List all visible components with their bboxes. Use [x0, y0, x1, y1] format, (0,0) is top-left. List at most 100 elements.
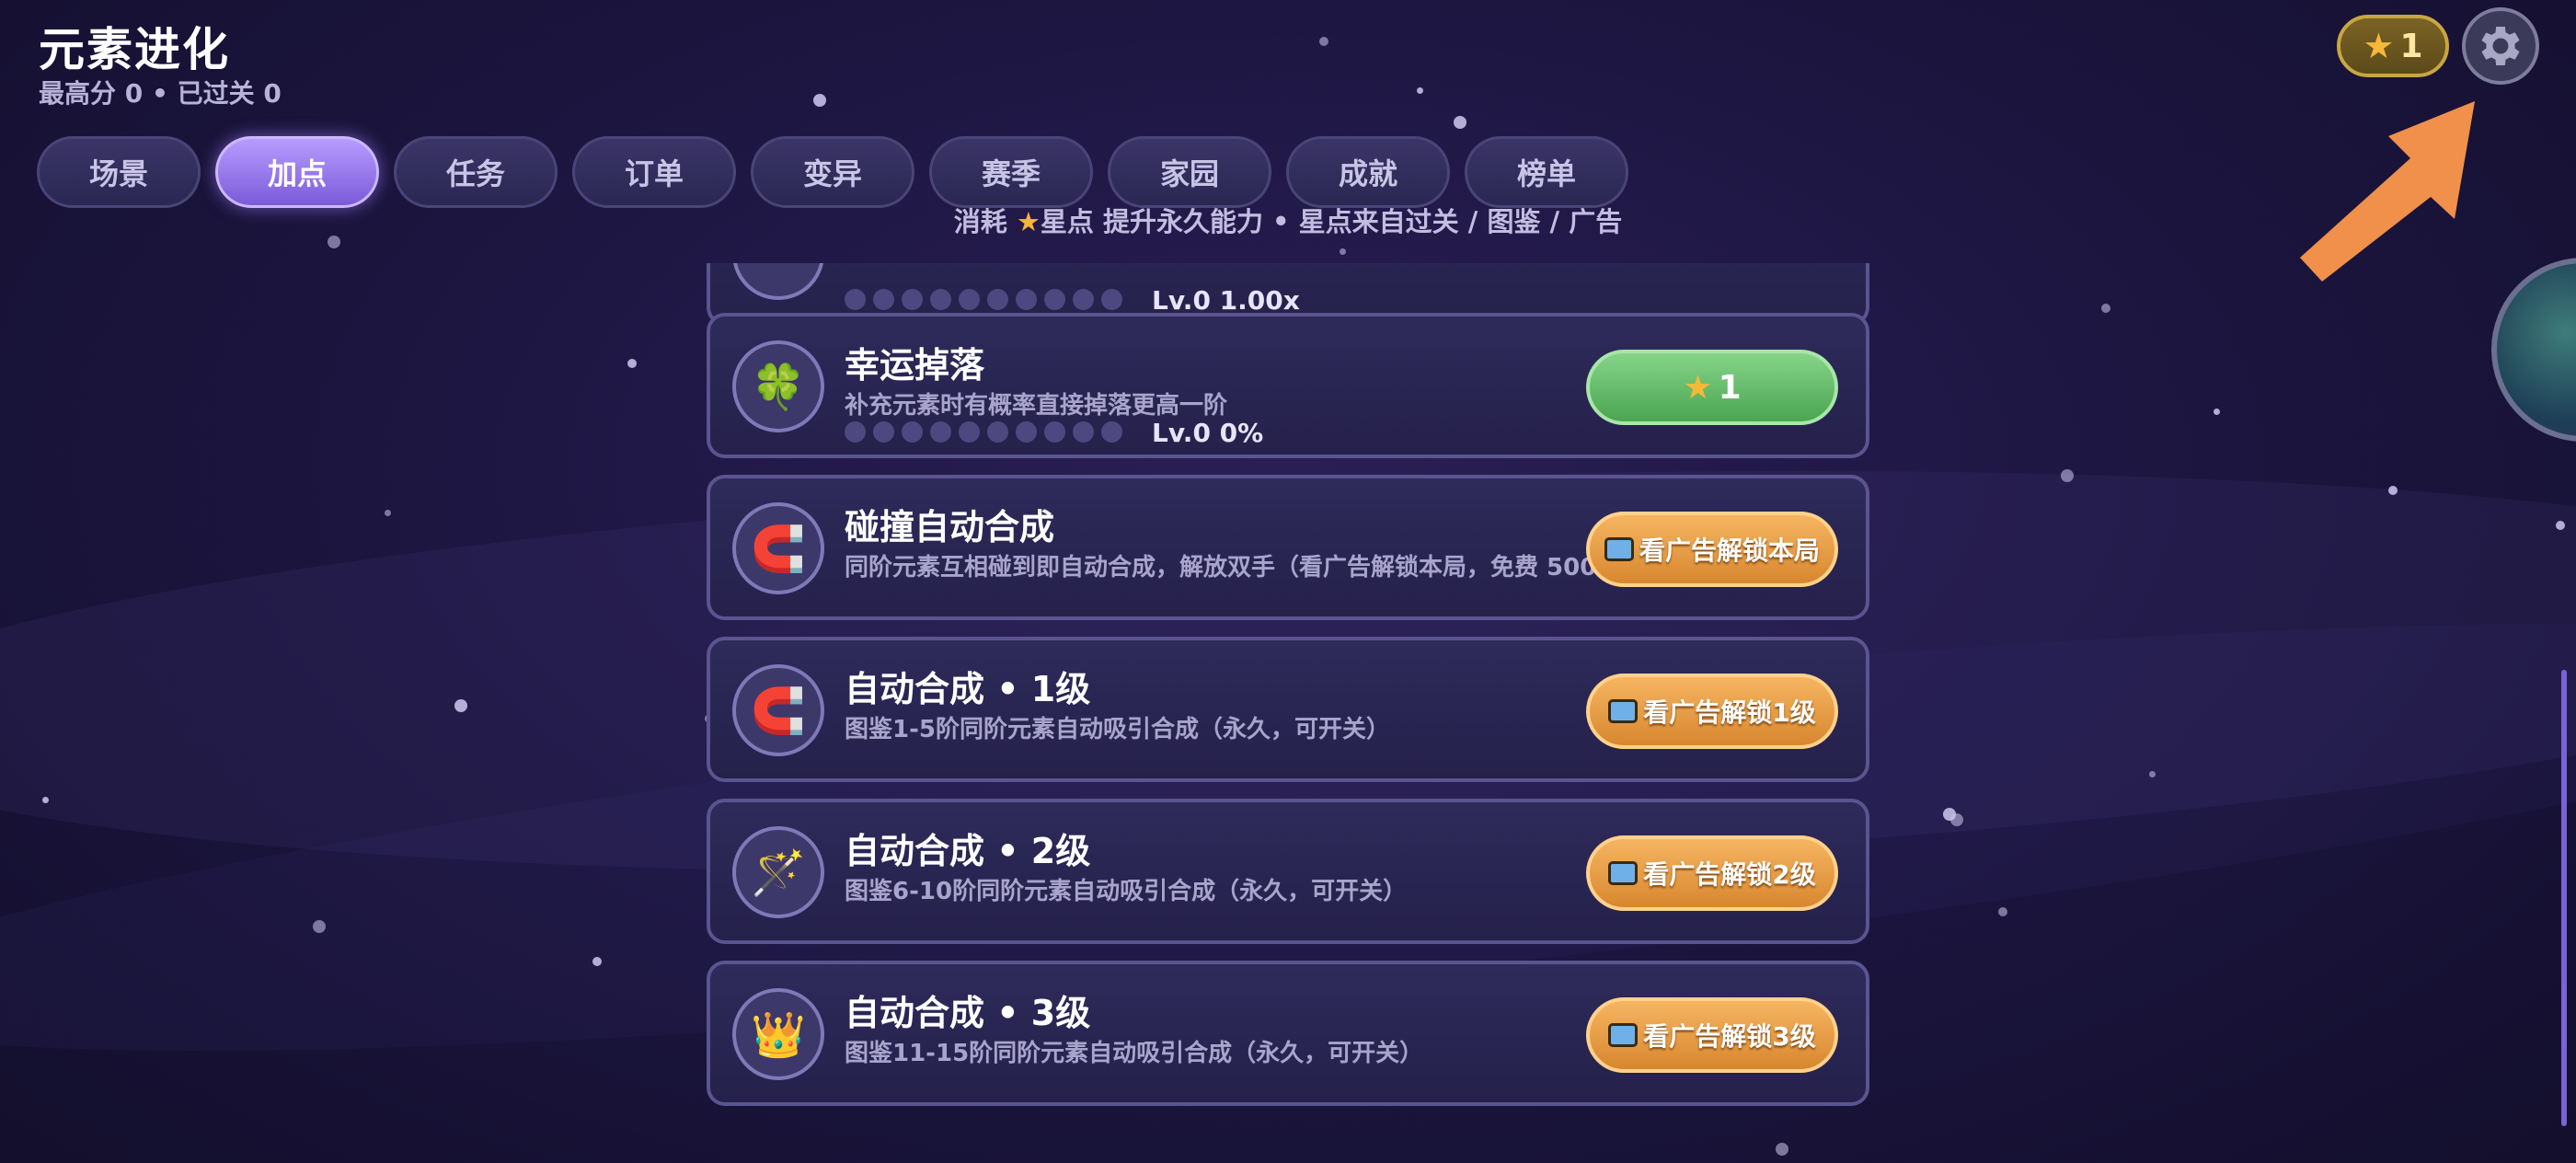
level-dot — [1073, 289, 1094, 310]
level-dot — [1101, 289, 1122, 310]
level-dot — [873, 421, 894, 443]
star-dot — [1340, 248, 1346, 255]
star-dot — [1319, 37, 1328, 46]
level-dot — [987, 289, 1008, 310]
tab-9[interactable]: 榜单 — [1465, 136, 1628, 208]
tab-1[interactable]: 场景 — [37, 136, 201, 208]
button-cost: 1 — [1718, 368, 1742, 407]
level-dot — [987, 421, 1008, 443]
level-dot — [930, 289, 951, 310]
level-dot — [1044, 421, 1065, 443]
upgrade-hint: 消耗 ★星点 提升永久能力 • 星点来自过关 / 图鉴 / 广告 — [953, 206, 1623, 237]
magnet-icon: 🧲 — [732, 502, 824, 594]
tv-icon — [1608, 861, 1639, 885]
tab-7[interactable]: 家园 — [1108, 136, 1271, 208]
star-dot — [1454, 116, 1466, 129]
star-dot — [454, 699, 467, 712]
tab-2[interactable]: 加点 — [215, 136, 379, 208]
star-dot — [813, 94, 826, 107]
upgrade-name: 自动合成 • 2级 — [845, 831, 1091, 871]
upgrade-name: 自动合成 • 3级 — [845, 993, 1091, 1033]
star-icon: ★ — [2363, 26, 2395, 66]
upgrade-card: 👑 自动合成 • 3级图鉴11-15阶同阶元素自动吸引合成（永久，可开关） 看广告解… — [707, 961, 1869, 1106]
settings-button[interactable] — [2462, 7, 2539, 85]
tv-icon — [1608, 1023, 1639, 1047]
button-label: 看广告解锁2级 — [1643, 859, 1816, 890]
score-summary: 最高分 0 • 已过关 0 — [39, 78, 282, 109]
magnet-icon: 🧲 — [732, 664, 824, 756]
tv-icon — [1608, 699, 1639, 723]
star-count: 1 — [2399, 27, 2423, 65]
upgrade-name: 碰撞自动合成 — [845, 507, 1055, 547]
button-label: 看广告解锁本局 — [1639, 535, 1820, 566]
level-dot — [959, 421, 980, 443]
star-dot — [42, 797, 49, 803]
upgrade-description: 补充元素时有概率直接掉落更高一阶 — [845, 392, 1228, 420]
watch-ad-unlock-button[interactable]: 看广告解锁本局 — [1586, 512, 1838, 587]
star-dot — [313, 920, 326, 933]
crown-icon: 👑 — [732, 988, 824, 1080]
upgrade-card: 🧲 自动合成 • 1级图鉴1-5阶同阶元素自动吸引合成（永久，可开关） 看广告解锁1… — [707, 637, 1869, 782]
star-dot — [1417, 87, 1423, 94]
upgrade-list: Lv.0 1.00x 🍀 幸运掉落补充元素时有概率直接掉落更高一阶 Lv.0 0% ★ 1… — [707, 263, 1869, 1128]
level-dot — [1101, 421, 1122, 443]
level-dot — [845, 289, 866, 310]
upgrade-card: 🧲 碰撞自动合成同阶元素互相碰到即自动合成，解放双手（看广告解锁本局，免费 500… — [707, 475, 1869, 620]
star-icon: ★ — [1683, 368, 1713, 407]
tab-4[interactable]: 订单 — [572, 136, 736, 208]
tab-5[interactable]: 变异 — [751, 136, 914, 208]
star-dot — [2101, 304, 2110, 313]
button-label: 看广告解锁3级 — [1643, 1021, 1816, 1052]
level-dot — [1073, 421, 1094, 443]
pointer-arrow-icon — [2300, 101, 2475, 282]
upgrade-description: 图鉴6-10阶同阶元素自动吸引合成（永久，可开关） — [845, 878, 1408, 905]
star-dot — [1776, 1143, 1788, 1156]
level-text: Lv.0 1.00x — [1152, 285, 1300, 316]
level-text: Lv.0 0% — [1152, 418, 1264, 448]
star-dot — [592, 957, 602, 966]
upgrade-description: 图鉴11-15阶同阶元素自动吸引合成（永久，可开关） — [845, 1040, 1424, 1067]
upgrade-description: 图鉴1-5阶同阶元素自动吸引合成（永久，可开关） — [845, 716, 1390, 743]
buy-upgrade-button[interactable]: ★ 1 — [1586, 350, 1838, 425]
watch-ad-unlock-button[interactable]: 看广告解锁1级 — [1586, 674, 1838, 749]
planet-decoration — [2491, 258, 2576, 442]
star-dot — [627, 359, 637, 368]
game-title: 元素进化 — [39, 23, 230, 76]
star-counter[interactable]: ★ 1 — [2337, 15, 2449, 77]
tab-8[interactable]: 成就 — [1286, 136, 1450, 208]
star-dot — [2556, 521, 2565, 530]
gear-icon — [2481, 26, 2520, 66]
level-progress — [845, 421, 1122, 443]
upgrade-card: 🪄 自动合成 • 2级图鉴6-10阶同阶元素自动吸引合成（永久，可开关） 看广告解锁… — [707, 799, 1869, 944]
tab-6[interactable]: 赛季 — [929, 136, 1093, 208]
star-dot — [1950, 813, 1963, 826]
tv-icon — [1604, 537, 1634, 561]
upgrade-icon — [732, 263, 824, 300]
star-dot — [2061, 469, 2074, 482]
watch-ad-unlock-button[interactable]: 看广告解锁3级 — [1586, 997, 1838, 1073]
level-dot — [845, 421, 866, 443]
star-dot — [2388, 486, 2398, 495]
star-dot — [385, 510, 391, 516]
level-dot — [930, 421, 951, 443]
upgrade-name: 自动合成 • 1级 — [845, 669, 1091, 709]
level-dot — [1016, 421, 1037, 443]
tab-3[interactable]: 任务 — [394, 136, 558, 208]
star-icon: ★ — [1016, 206, 1041, 237]
upgrade-name: 幸运掉落 — [845, 345, 985, 386]
level-dot — [1016, 289, 1037, 310]
level-dot — [902, 289, 923, 310]
upgrade-card: 🍀 幸运掉落补充元素时有概率直接掉落更高一阶 Lv.0 0% ★ 1 — [707, 313, 1869, 458]
upgrade-description: 同阶元素互相碰到即自动合成，解放双手（看广告解锁本局，免费 500 — [845, 554, 1597, 582]
scrollbar[interactable] — [2561, 670, 2567, 1126]
level-dot — [959, 289, 980, 310]
level-dot — [1044, 289, 1065, 310]
level-dot — [902, 421, 923, 443]
star-dot — [1998, 907, 2007, 916]
button-label: 看广告解锁1级 — [1643, 697, 1816, 728]
magic-wand-icon: 🪄 — [732, 826, 824, 918]
level-progress — [845, 289, 1122, 310]
star-dot — [2214, 409, 2220, 415]
watch-ad-unlock-button[interactable]: 看广告解锁2级 — [1586, 835, 1838, 911]
clover-icon: 🍀 — [732, 340, 824, 432]
